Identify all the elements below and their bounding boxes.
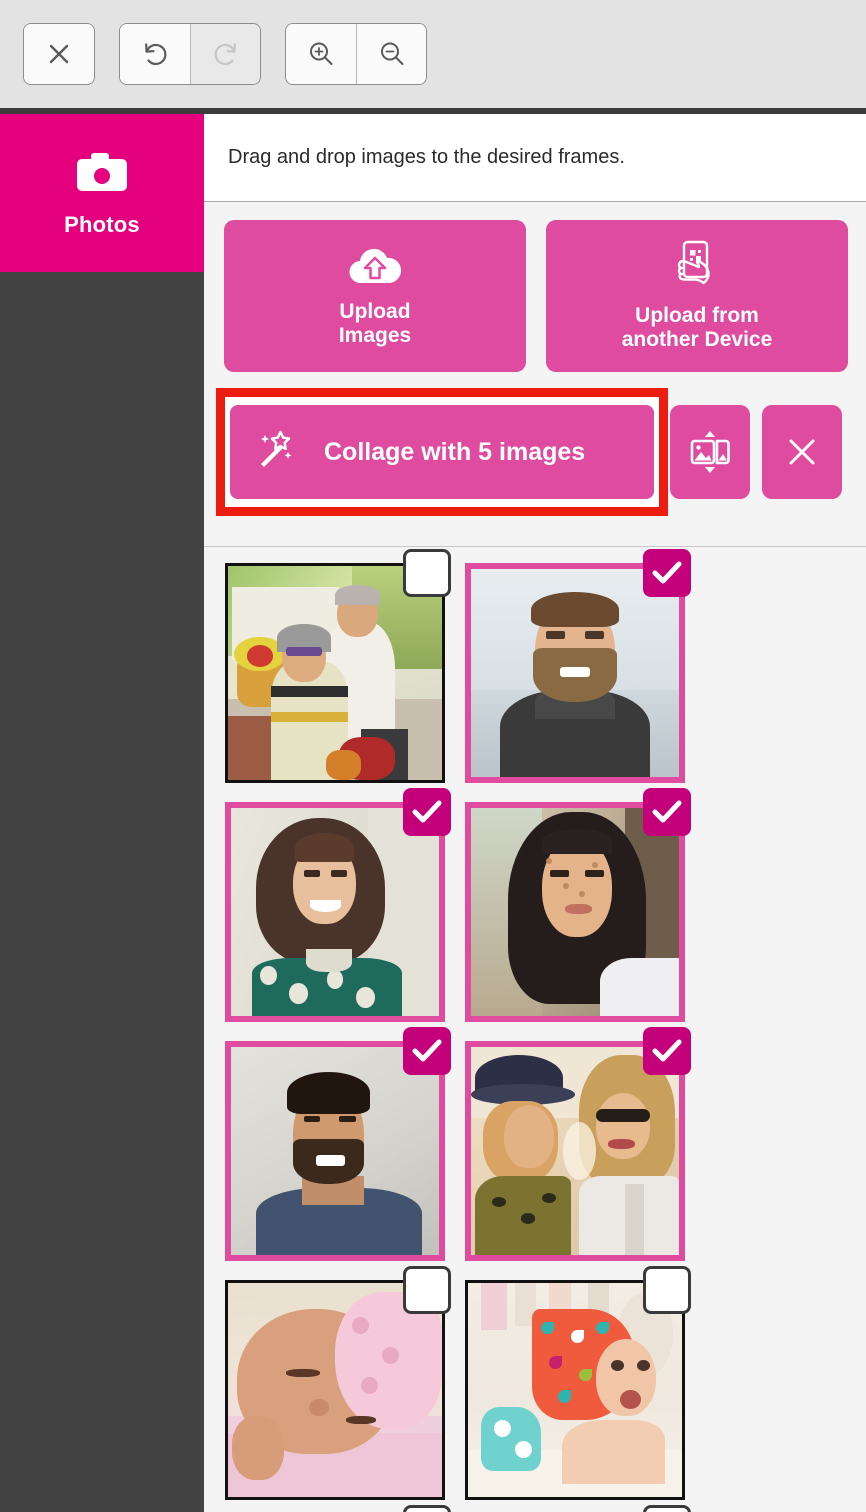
zoom-group (285, 23, 427, 85)
photo-thumbnail[interactable] (465, 1266, 691, 1500)
swap-images-icon (690, 431, 730, 473)
main-panel: Drag and drop images to the desired fram… (204, 114, 866, 1512)
undo-icon (145, 43, 167, 66)
photo-checkbox[interactable] (403, 1266, 451, 1314)
close-icon (49, 44, 69, 64)
drag-drop-hint: Drag and drop images to the desired fram… (228, 146, 625, 168)
photo-grid[interactable] (204, 546, 866, 1512)
photo-checkbox[interactable] (643, 549, 691, 597)
photo-thumbnail[interactable] (225, 549, 451, 783)
zoom-out-button[interactable] (356, 24, 426, 84)
shuffle-images-button[interactable] (670, 405, 750, 499)
redo-button[interactable] (190, 24, 260, 84)
upload-from-device-label: Upload from another Device (621, 303, 773, 352)
collage-action-row: Collage with 5 images (204, 388, 866, 526)
photo-thumbnail[interactable] (465, 788, 691, 1022)
check-icon (412, 800, 442, 823)
upload-from-device-button[interactable]: Upload from another Device (546, 220, 848, 372)
upload-buttons-row: Upload Images Upload from another Device (204, 202, 866, 372)
sidebar: Photos (0, 114, 204, 1512)
photo-thumbnail[interactable] (465, 549, 691, 783)
close-group (23, 23, 95, 85)
top-toolbar (0, 0, 866, 108)
check-icon (412, 1039, 442, 1062)
phone-qr-icon (667, 239, 727, 295)
magic-wand-icon (254, 430, 298, 475)
collage-close-button[interactable] (762, 405, 842, 499)
photo-checkbox[interactable] (403, 549, 451, 597)
sidebar-item-label: Photos (64, 211, 140, 237)
photo-checkbox[interactable] (643, 1266, 691, 1314)
photo-thumbnail[interactable] (225, 1027, 451, 1261)
photo-checkbox[interactable] (403, 1027, 451, 1075)
photo-checkbox[interactable] (643, 1505, 691, 1512)
hint-bar: Drag and drop images to the desired fram… (204, 114, 866, 202)
close-icon (789, 439, 815, 465)
camera-icon (74, 149, 130, 200)
upload-images-label: Upload Images (338, 299, 412, 348)
close-button[interactable] (24, 24, 94, 84)
undo-redo-group (119, 23, 261, 85)
photo-checkbox[interactable] (643, 788, 691, 836)
photo-thumbnail[interactable] (465, 1027, 691, 1261)
cloud-upload-icon (344, 243, 406, 291)
collage-button[interactable]: Collage with 5 images (230, 405, 654, 499)
undo-button[interactable] (120, 24, 190, 84)
zoom-in-icon (310, 42, 333, 65)
photo-thumbnail[interactable] (225, 1266, 451, 1500)
zoom-out-icon (380, 42, 403, 65)
upload-images-button[interactable]: Upload Images (224, 220, 526, 372)
sidebar-item-photos[interactable]: Photos (0, 114, 204, 272)
check-icon (652, 800, 682, 823)
photo-checkbox[interactable] (643, 1027, 691, 1075)
redo-icon (214, 43, 236, 66)
zoom-in-button[interactable] (286, 24, 356, 84)
collage-button-label: Collage with 5 images (324, 437, 586, 466)
check-icon (652, 561, 682, 584)
photo-thumbnail[interactable] (225, 788, 451, 1022)
check-icon (652, 1039, 682, 1062)
photo-checkbox[interactable] (403, 1505, 451, 1512)
photo-checkbox[interactable] (403, 788, 451, 836)
